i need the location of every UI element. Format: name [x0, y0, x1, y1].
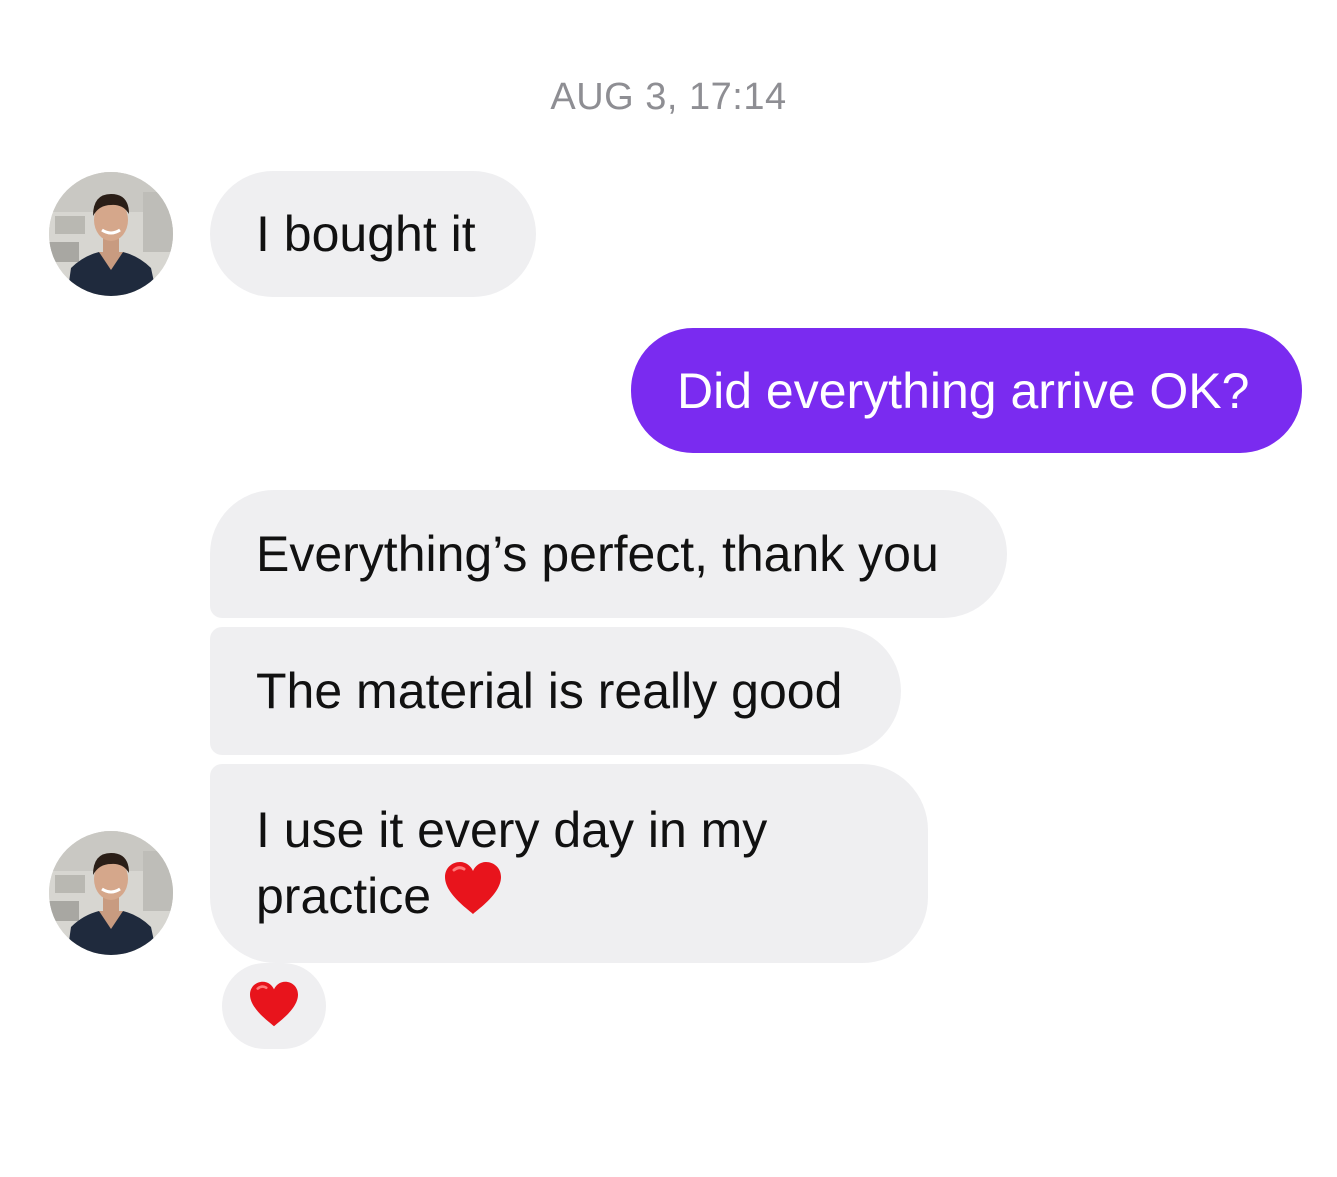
message-text: Did everything arrive OK? — [677, 362, 1250, 419]
message-text-line-group: practice — [256, 860, 767, 936]
contact-avatar[interactable] — [49, 831, 173, 955]
message-text: I bought it — [256, 206, 476, 262]
message-timestamp: AUG 3, 17:14 — [550, 76, 787, 118]
contact-avatar[interactable] — [49, 172, 173, 296]
avatar-photo — [49, 831, 173, 955]
incoming-message[interactable]: I use it every day in my practice — [210, 764, 928, 963]
message-text-line: practice — [256, 868, 432, 924]
incoming-message[interactable]: The material is really good — [210, 627, 901, 755]
message-text: Everything’s perfect, thank you — [256, 526, 939, 582]
incoming-message[interactable]: I bought it — [210, 171, 536, 297]
heart-icon — [443, 860, 503, 932]
message-text-line: I use it every day in my — [256, 802, 768, 858]
heart-icon — [248, 980, 300, 1033]
message-body: I use it every day in my practice — [256, 797, 767, 936]
avatar-photo — [49, 172, 173, 296]
incoming-message[interactable]: Everything’s perfect, thank you — [210, 490, 1007, 618]
reaction-badge[interactable] — [222, 963, 326, 1049]
outgoing-message[interactable]: Did everything arrive OK? — [631, 328, 1302, 453]
message-text: The material is really good — [256, 663, 843, 719]
